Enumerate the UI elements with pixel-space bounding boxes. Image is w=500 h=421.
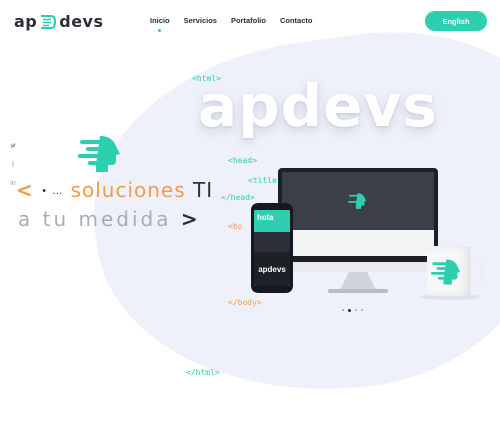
carousel-dot[interactable] [342, 309, 344, 311]
carousel-dot[interactable] [361, 309, 363, 311]
code-tag-body-close: </body> [228, 298, 262, 307]
monitor-logo-icon [348, 193, 367, 209]
phone-image [254, 232, 290, 252]
slogan-ti: TI [193, 178, 214, 202]
nav-item-inicio[interactable]: Inicio [150, 16, 170, 32]
logo[interactable]: ap devs [14, 12, 104, 31]
code-tag-head-close: </head> [221, 193, 255, 202]
code-tag-head-open: <head> [228, 156, 257, 165]
monitor-screen [282, 172, 434, 256]
nav-item-contacto[interactable]: Contacto [280, 16, 313, 25]
code-tag-title: <title [248, 176, 277, 185]
slogan-word: soluciones [70, 178, 186, 202]
carousel-dot-active[interactable] [348, 308, 351, 312]
monitor-screen-hero [282, 172, 434, 230]
monitor-screen-footer [282, 230, 434, 256]
carousel-dot[interactable] [355, 309, 357, 311]
hero-slogan-line1: < • … soluciones TI [16, 178, 213, 202]
nav-item-servicios[interactable]: Servicios [184, 16, 217, 25]
monitor-base [328, 289, 388, 293]
mug-logo-icon [431, 259, 461, 285]
carousel-dots [342, 308, 363, 312]
logo-mark-icon [41, 14, 57, 29]
slogan-open-bracket: < [16, 178, 34, 202]
hero-slogan-line2: a tu medida > [18, 207, 198, 231]
phone-mockup: hola apdevs [251, 203, 293, 293]
twitter-icon[interactable] [10, 143, 16, 151]
language-button[interactable]: English [425, 11, 487, 31]
phone-screen: hola apdevs [254, 210, 290, 286]
head-profile-icon [78, 136, 120, 172]
slogan-line2-text: a tu medida [18, 207, 172, 231]
monitor-chin [278, 262, 438, 272]
monitor-mockup [278, 168, 438, 266]
main-nav: Inicio Servicios Portafolio Contacto [150, 16, 313, 32]
code-tag-html-close: </html> [186, 368, 220, 377]
code-tag-body: <bo [228, 222, 243, 231]
phone-brand: apdevs [254, 252, 290, 286]
facebook-icon[interactable]: f [10, 162, 16, 169]
nav-item-portafolio[interactable]: Portafolio [231, 16, 266, 25]
slogan-close-bracket: > [180, 207, 198, 231]
logo-text-left: ap [14, 12, 38, 31]
logo-text-right: devs [59, 12, 104, 31]
phone-greeting: hola [254, 210, 290, 232]
slogan-dots: • … [41, 186, 64, 197]
hero-brand-text: apdevs [198, 72, 438, 140]
